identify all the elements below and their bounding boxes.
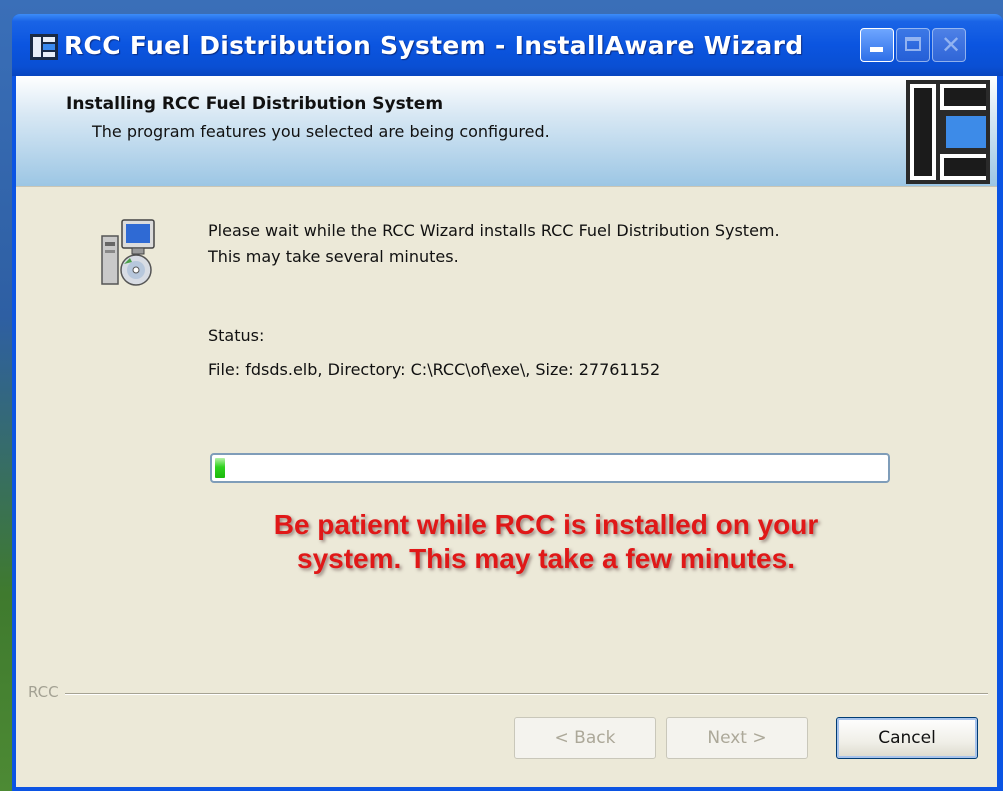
brand-label: RCC bbox=[28, 683, 65, 701]
back-button: < Back bbox=[514, 717, 656, 759]
patience-notice-line-2: system. This may take a few minutes. bbox=[297, 543, 795, 574]
rcc-app-icon bbox=[30, 34, 58, 60]
next-button: Next > bbox=[666, 717, 808, 759]
rcc-logo bbox=[906, 80, 990, 184]
maximize-icon bbox=[905, 37, 921, 51]
header-subtitle: The program features you selected are be… bbox=[92, 122, 550, 141]
header-title: Installing RCC Fuel Distribution System bbox=[66, 94, 444, 114]
patience-notice: Be patient while RCC is installed on you… bbox=[186, 508, 906, 576]
title-bar[interactable]: RCC Fuel Distribution System - InstallAw… bbox=[12, 14, 1003, 76]
cancel-button[interactable]: Cancel bbox=[836, 717, 978, 759]
status-label: Status: bbox=[208, 326, 265, 345]
installer-window: RCC Fuel Distribution System - InstallAw… bbox=[12, 14, 1003, 791]
patience-notice-line-1: Be patient while RCC is installed on you… bbox=[273, 509, 819, 540]
minimize-icon bbox=[870, 47, 883, 52]
wizard-header: Installing RCC Fuel Distribution System … bbox=[16, 76, 997, 187]
minimize-button[interactable] bbox=[860, 28, 894, 62]
install-progress-bar bbox=[210, 453, 890, 483]
close-button: ✕ bbox=[932, 28, 966, 62]
wizard-client-area: Installing RCC Fuel Distribution System … bbox=[16, 76, 997, 787]
status-value: File: fdsds.elb, Directory: C:\RCC\of\ex… bbox=[208, 360, 661, 379]
install-message: Please wait while the RCC Wizard install… bbox=[208, 218, 928, 270]
install-message-line-1: Please wait while the RCC Wizard install… bbox=[208, 221, 780, 240]
window-title: RCC Fuel Distribution System - InstallAw… bbox=[64, 31, 804, 60]
close-icon: ✕ bbox=[941, 31, 962, 59]
setup-install-icon bbox=[101, 219, 155, 286]
footer-divider bbox=[28, 693, 988, 695]
maximize-button bbox=[896, 28, 930, 62]
install-message-line-2: This may take several minutes. bbox=[208, 247, 459, 266]
progress-fill bbox=[215, 458, 225, 478]
